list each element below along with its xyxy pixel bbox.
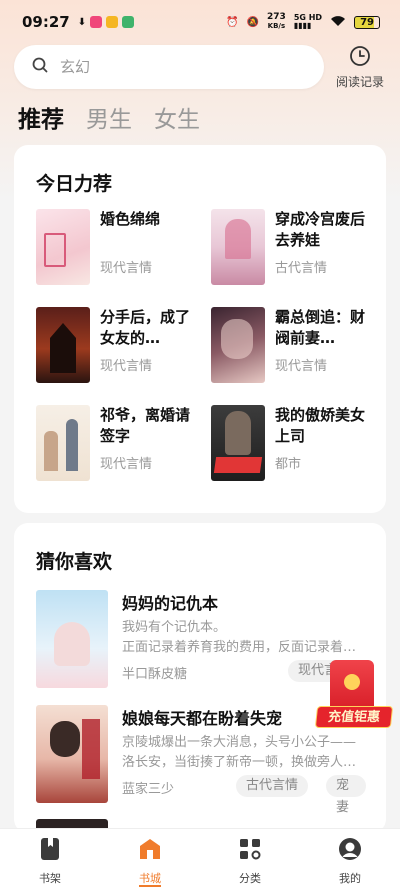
app-icon-yellow (106, 16, 119, 28)
nav-bookshelf[interactable]: 书架 (0, 829, 100, 889)
book-genre: 现代言情 (100, 261, 153, 276)
description-line: 正面记录着养育我的费用，反面记录着… (122, 640, 357, 655)
book-title: 穿成冷宫废后去养娃 (275, 210, 366, 249)
reading-history-button[interactable]: 阅读记录 (330, 45, 390, 90)
net-speed: 273 KB/s (267, 13, 286, 31)
book-item[interactable]: 分手后，成了女友的… 现代言情 (36, 307, 201, 385)
book-cover (36, 405, 90, 481)
clock-icon (349, 45, 371, 70)
wifi-icon (330, 15, 346, 30)
book-title: 娘娘每天都在盼着失宠 (122, 709, 283, 728)
app-icon-green (122, 16, 135, 28)
book-cover (36, 307, 90, 383)
book-item[interactable]: 婚色绵绵 现代言情 (36, 209, 201, 287)
book-description: 京陵城爆出一条大消息，头号小公子—— 洛长安，当街揍了新帝一顿，换做旁人… (122, 733, 366, 773)
genre-tag[interactable]: 宠妻 (326, 775, 366, 815)
book-title: 我的傲娇美女上司 (275, 406, 366, 445)
reading-history-label: 阅读记录 (335, 74, 384, 89)
net-speed-value: 273 (267, 12, 286, 22)
recharge-promo-label: 充值钜惠 (314, 706, 394, 728)
profile-icon (338, 837, 362, 864)
book-cover (211, 307, 265, 383)
book-cover (36, 705, 108, 803)
nav-category[interactable]: 分类 (200, 829, 300, 889)
nav-label: 书城 (139, 872, 161, 885)
book-cover (211, 405, 265, 481)
book-genre: 古代言情 (275, 261, 328, 276)
nav-profile[interactable]: 我的 (300, 829, 400, 889)
feed-title: 猜你喜欢 (36, 551, 113, 573)
recharge-promo-button[interactable]: 充值钜惠 (314, 660, 394, 730)
category-grid-icon (238, 837, 262, 864)
book-genre: 现代言情 (100, 359, 153, 374)
search-input[interactable] (60, 58, 280, 76)
book-cover (36, 590, 108, 688)
book-genre: 现代言情 (275, 359, 328, 374)
status-bar: 09:27 ⬇ ⏰ 🔕 273 KB/s 5G HD ▮▮▮▮ 79 (0, 0, 400, 44)
tab-recommend[interactable]: 推荐 (18, 100, 64, 134)
bookstore-icon (138, 837, 162, 864)
book-title: 妈妈的记仇本 (122, 594, 219, 613)
bookshelf-icon (39, 837, 61, 864)
description-line: 洛长安，当街揍了新帝一顿，换做旁人… (122, 755, 357, 770)
search-box[interactable] (14, 45, 324, 89)
red-envelope-icon (330, 660, 374, 712)
recommend-title: 今日力荐 (36, 173, 113, 195)
search-icon (32, 57, 48, 77)
search-row: 阅读记录 (14, 44, 390, 90)
description-line: 我妈有个记仇本。 (122, 620, 227, 635)
tab-female[interactable]: 女生 (154, 100, 200, 134)
app-icon-pink (90, 16, 103, 28)
signal-label: 5G HD (293, 13, 323, 22)
category-tabs: 推荐 男生 女生 (18, 100, 200, 134)
book-description: 我妈有个记仇本。 正面记录着养育我的费用，反面记录着… (122, 618, 366, 658)
book-title: 分手后，成了女友的… (100, 308, 191, 347)
book-item[interactable]: 我的傲娇美女上司 都市 (211, 405, 376, 483)
status-time: 09:27 (22, 13, 70, 31)
nav-label: 书架 (39, 872, 61, 885)
tab-male[interactable]: 男生 (86, 100, 132, 134)
book-cover (211, 209, 265, 285)
book-title: 祁爷，离婚请签字 (100, 406, 191, 445)
book-cover (36, 209, 90, 285)
nav-bookstore[interactable]: 书城 (100, 829, 200, 889)
battery-icon: 79 (354, 15, 380, 29)
alarm-icon: ⏰ (226, 16, 239, 28)
bottom-nav: 书架 书城 分类 我的 (0, 828, 400, 889)
book-title: 婚色绵绵 (100, 210, 161, 228)
nav-label: 我的 (339, 872, 361, 885)
mute-icon: 🔕 (246, 16, 260, 28)
notification-icons: ⬇ (77, 16, 135, 28)
description-line: 京陵城爆出一条大消息，头号小公子—— (122, 735, 357, 750)
recommend-card: 今日力荐 婚色绵绵 现代言情 穿成冷宫废后去养娃 古代言情 分手后，成了女友的…… (14, 145, 386, 513)
book-item[interactable]: 穿成冷宫废后去养娃 古代言情 (211, 209, 376, 287)
net-speed-unit: KB/s (267, 22, 286, 30)
book-author: 半口酥皮糖 (122, 667, 188, 682)
genre-tag[interactable]: 古代言情 (236, 775, 309, 797)
book-genre: 都市 (275, 457, 302, 472)
book-title: 霸总倒追：财阀前妻… (275, 308, 366, 347)
download-icon: ⬇ (77, 16, 87, 28)
book-genre: 现代言情 (100, 457, 153, 472)
signal-icon: 5G HD ▮▮▮▮ (293, 13, 323, 30)
nav-label: 分类 (239, 872, 261, 885)
book-item[interactable]: 霸总倒追：财阀前妻… 现代言情 (211, 307, 376, 385)
book-author: 蓝家三少 (122, 782, 175, 797)
book-item[interactable]: 祁爷，离婚请签字 现代言情 (36, 405, 201, 483)
